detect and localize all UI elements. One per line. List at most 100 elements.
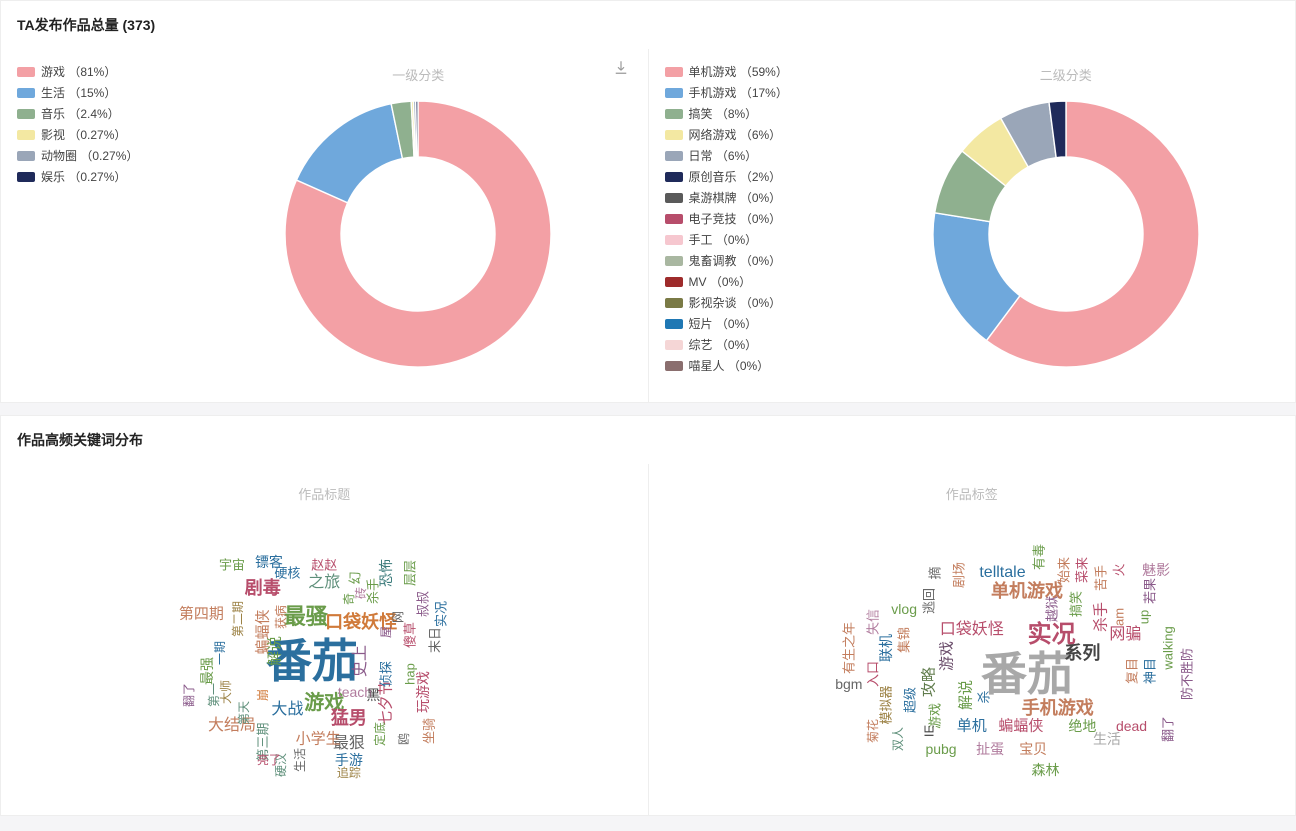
cloud-word[interactable]: 史上 xyxy=(353,645,369,677)
legend-item[interactable]: 搞笑 （8%） xyxy=(665,105,845,122)
cloud-word[interactable]: 剧场 xyxy=(953,562,966,588)
cloud-word[interactable]: 傻草 xyxy=(404,622,417,648)
cloud-word[interactable]: 砖 xyxy=(355,587,367,599)
cloud-word[interactable]: 搞笑 xyxy=(1070,591,1083,617)
cloud-word[interactable]: 屋 xyxy=(380,626,392,638)
cloud-word[interactable]: 宝贝 xyxy=(1019,742,1047,756)
cloud-word[interactable]: 亮了 xyxy=(257,754,281,766)
legend-item[interactable]: 网络游戏 （6%） xyxy=(665,126,845,143)
cloud-word[interactable]: 玩游戏 xyxy=(416,671,430,713)
legend-item[interactable]: 娱乐 （0.27%） xyxy=(17,168,197,185)
cloud-word[interactable]: 猛男 xyxy=(331,709,367,727)
cloud-word[interactable]: 手游 xyxy=(335,753,363,767)
cloud-word[interactable]: 追踪 xyxy=(337,767,361,779)
download-icon[interactable] xyxy=(612,59,630,80)
legend-item[interactable]: 单机游戏 （59%） xyxy=(665,63,845,80)
legend-item[interactable]: 生活 （15%） xyxy=(17,84,197,101)
cloud-word[interactable]: 扯蛋 xyxy=(976,742,1004,756)
cloud-word[interactable]: walking xyxy=(1162,626,1175,669)
cloud-word[interactable]: 实况 xyxy=(435,601,448,627)
cloud-word[interactable]: 双人 xyxy=(892,727,904,751)
legend-item[interactable]: 日常 （6%） xyxy=(665,147,845,164)
cloud-word[interactable]: 宇宙 xyxy=(219,558,245,571)
cloud-word[interactable]: 魅影 xyxy=(1142,563,1170,577)
cloud-word[interactable]: 游戏 xyxy=(940,641,955,671)
cloud-word[interactable]: 定底 xyxy=(374,722,386,746)
cloud-word[interactable]: 硬核 xyxy=(274,566,300,579)
cloud-word[interactable]: 幻 xyxy=(348,571,361,584)
cloud-word[interactable]: 若果 xyxy=(1143,578,1156,604)
cloud-word[interactable]: telltale xyxy=(979,565,1025,581)
cloud-word[interactable]: vlog xyxy=(891,602,917,616)
cloud-word[interactable]: 翻了 xyxy=(183,683,195,707)
cloud-word[interactable]: 有毒 xyxy=(1033,544,1046,570)
cloud-word[interactable]: 翻了 xyxy=(1162,716,1175,742)
cloud-word[interactable]: 单机 xyxy=(957,719,987,734)
cloud-word[interactable]: 杀手 xyxy=(1093,602,1108,632)
legend-item[interactable]: 动物圈 （0.27%） xyxy=(17,147,197,164)
cloud-word[interactable]: 崩 xyxy=(257,689,269,701)
cloud-word[interactable]: 火 xyxy=(1113,563,1126,576)
donut-slice[interactable] xyxy=(416,101,418,157)
cloud-word[interactable]: 杀 xyxy=(978,691,991,704)
cloud-word[interactable]: 末日 xyxy=(428,627,441,653)
cloud-word[interactable]: 集锦 xyxy=(898,627,911,653)
legend-item[interactable]: 桌游棋牌 （0%） xyxy=(665,189,845,206)
cloud-word[interactable]: 菜来 xyxy=(1076,557,1089,583)
cloud-word[interactable]: 攻略 xyxy=(921,667,936,697)
legend-item[interactable]: 游戏 （81%） xyxy=(17,63,197,80)
cloud-word[interactable]: 一期 xyxy=(214,641,226,665)
legend-item[interactable]: 手机游戏 （17%） xyxy=(665,84,845,101)
legend-item[interactable]: MV （0%） xyxy=(665,273,845,290)
cloud-word[interactable]: 网骗 xyxy=(1109,627,1141,643)
cloud-word[interactable]: pubg xyxy=(925,742,956,756)
cloud-word[interactable]: 鸥 xyxy=(398,733,410,745)
legend-item[interactable]: 原创音乐 （2%） xyxy=(665,168,845,185)
legend-item[interactable]: 短片 （0%） xyxy=(665,315,845,332)
cloud-word[interactable]: up xyxy=(1137,610,1150,624)
legend-item[interactable]: 喵星人 （0%） xyxy=(665,357,845,374)
cloud-word[interactable]: 解说 xyxy=(268,636,283,666)
cloud-word[interactable]: 大师 xyxy=(220,680,232,704)
cloud-word[interactable]: 系列 xyxy=(1064,644,1100,662)
cloud-word[interactable]: 赵赵 xyxy=(311,558,337,571)
cloud-word[interactable]: bgm xyxy=(835,677,862,691)
cloud-word[interactable]: 侦探 xyxy=(379,661,392,687)
legend-item[interactable]: 音乐 （2.4%） xyxy=(17,105,197,122)
legend-item[interactable]: 综艺 （0%） xyxy=(665,336,845,353)
cloud-word[interactable]: 坐骑 xyxy=(422,718,435,744)
cloud-word[interactable]: 剧毒 xyxy=(245,579,281,597)
cloud-word[interactable]: 苦手 xyxy=(1094,565,1107,591)
cloud-word[interactable]: 摘 xyxy=(928,566,941,579)
cloud-word[interactable]: 番茄 xyxy=(981,651,1073,697)
cloud-word[interactable]: 叔叔 xyxy=(416,591,429,617)
cloud-word[interactable]: 模拟器 xyxy=(879,686,892,725)
cloud-word[interactable]: 最骚 xyxy=(284,606,328,628)
cloud-word[interactable]: 黑 xyxy=(366,688,380,702)
cloud-word[interactable]: 小学生 xyxy=(296,732,341,747)
cloud-word[interactable]: 恐怖 xyxy=(379,559,393,587)
cloud-word[interactable]: 生活 xyxy=(1093,732,1121,746)
cloud-word[interactable]: 有生之年 xyxy=(842,622,855,674)
cloud-word[interactable]: 联机 xyxy=(879,634,893,662)
cloud-word[interactable]: 第四期 xyxy=(179,607,224,622)
cloud-word[interactable]: IE xyxy=(922,725,935,737)
cloud-word[interactable]: 网 xyxy=(392,611,404,623)
cloud-word[interactable]: 越狱 xyxy=(1045,596,1058,622)
cloud-word[interactable]: 失信 xyxy=(867,609,880,635)
cloud-word[interactable]: 森林 xyxy=(1031,763,1059,777)
cloud-word[interactable]: 始来 xyxy=(1057,557,1070,583)
cloud-word[interactable]: 蝙蝠侠 xyxy=(998,719,1043,734)
cloud-word[interactable]: 神目 xyxy=(1143,658,1156,684)
cloud-word[interactable]: 防不胜防 xyxy=(1180,648,1193,700)
legend-item[interactable]: 鬼畜调教 （0%） xyxy=(665,252,845,269)
cloud-word[interactable]: 之旅 xyxy=(308,575,340,591)
legend-item[interactable]: 影视杂谈 （0%） xyxy=(665,294,845,311)
cloud-word[interactable]: am xyxy=(1113,608,1126,626)
cloud-word[interactable]: 层层 xyxy=(404,560,417,586)
legend-item[interactable]: 电子竞技 （0%） xyxy=(665,210,845,227)
cloud-word[interactable]: 超级 xyxy=(904,687,917,713)
cloud-word[interactable]: 解说 xyxy=(958,680,973,710)
legend-item[interactable]: 影视 （0.27%） xyxy=(17,126,197,143)
cloud-word[interactable]: 大战 xyxy=(271,702,303,718)
